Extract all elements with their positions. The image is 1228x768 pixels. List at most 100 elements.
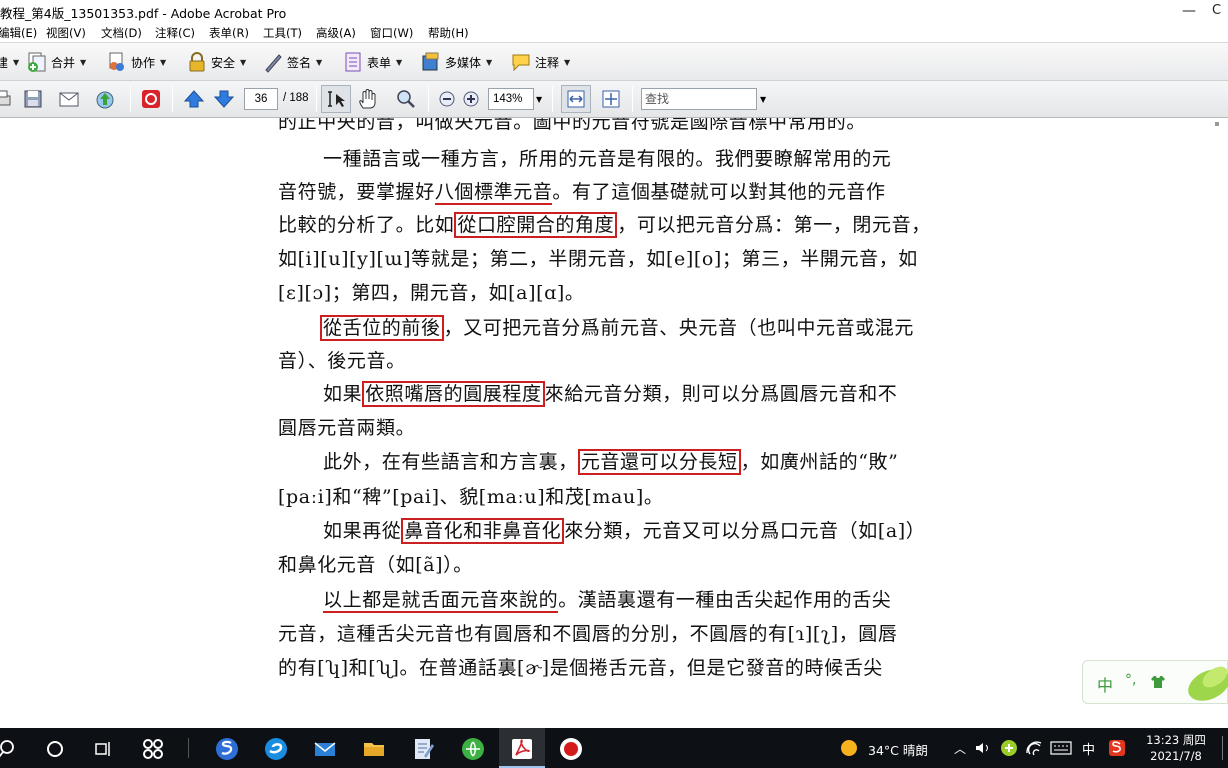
document-viewport[interactable]: 的正中央的音，叫做央元音。圖中的元音符號是國際音標中常用的。 一種語言或一種方言… [0,118,1228,728]
menu-forms[interactable]: 表单(R) [209,25,249,41]
hand-tool-icon[interactable] [357,88,379,110]
toolbar-separator [316,86,317,112]
menu-tools[interactable]: 工具(T) [263,25,302,41]
text-line: 如果 依照嘴唇的圓展程度 來給元音分類，則可以分爲圓唇元音和不 [278,379,898,407]
text-run: ，如廣州話的“敗” [740,451,899,473]
text-line: 如果再從 鼻音化和非鼻音化 來分類，元音又可以分爲口元音（如[a]） [278,516,925,544]
sogou-browser-icon[interactable] [214,736,240,762]
previous-page-icon[interactable] [183,88,205,110]
taskbar: 34°C 晴朗 ︿ 中 13:23 周四 2021/7/8 [0,728,1228,768]
toolbar-separator [632,86,633,112]
toolbar-separator [552,86,553,112]
show-hidden-icons-chevron-icon[interactable]: ︿ [954,740,966,757]
text-line: 音）、後元音。 [278,350,406,372]
boxed-annotation: 從舌位的前後 [320,315,444,341]
ime-punctuation-toggle[interactable]: °, [1125,672,1136,688]
dropdown-arrow-icon: ▼ [316,57,323,67]
sogou-ime-icon[interactable] [1108,739,1126,757]
combine-label: 合并 [51,55,76,70]
combine-button[interactable]: 合并 ▼ [26,50,86,74]
browser-icon[interactable] [263,736,289,762]
multimedia-button[interactable]: 多媒体 ▼ [420,50,492,74]
mail-icon[interactable] [312,736,338,762]
app-logo-icon[interactable] [140,88,162,110]
ime-toolbar[interactable]: 中 °, [1082,660,1228,704]
menu-view[interactable]: 视图(V) [46,25,86,41]
clock-date[interactable]: 2021/7/8 [1136,749,1216,763]
input-method-indicator[interactable]: 中 [1082,739,1095,758]
shirt-icon[interactable] [1151,675,1165,689]
show-desktop-button[interactable] [1222,736,1228,760]
taskbar-divider [188,738,189,758]
menu-bar: 编辑(E) 视图(V) 文档(D) 注释(C) 表单(R) 工具(T) 高级(A… [0,22,1228,42]
security-app-icon[interactable] [1000,739,1018,757]
app-grid-icon[interactable] [140,736,166,762]
text-line: 音符號，要掌握好八個標準元音。有了這個基礎就可以對其他的元音作 [278,177,886,205]
text-line: 如[i][u][y][ɯ]等就是；第二，半閉元音，如[e][o]；第三，半開元音… [278,248,918,270]
save-icon[interactable] [22,88,44,110]
clock-time[interactable]: 13:23 周四 [1136,732,1216,748]
upload-icon[interactable] [94,88,116,110]
menu-window[interactable]: 窗口(W) [370,25,413,41]
sign-button[interactable]: 签名 ▼ [262,50,322,74]
text-run: 如果再從 [323,520,402,542]
fit-width-icon[interactable] [565,88,587,110]
underlined-annotation: 八個標準元音 [434,181,553,205]
search-icon[interactable] [0,736,20,762]
menu-comments[interactable]: 注释(C) [155,25,195,41]
notepad-icon[interactable] [410,736,436,762]
text-run: 音符號，要掌握好 [278,181,435,203]
secure-button[interactable]: 安全 ▼ [186,50,246,74]
find-input[interactable]: 查找 [641,88,757,110]
boxed-annotation: 從口腔開合的角度 [454,212,618,238]
collaborate-button[interactable]: 协作 ▼ [106,50,166,74]
dropdown-arrow-icon: ▼ [240,57,247,67]
comment-button[interactable]: 注释 ▼ [510,50,570,74]
record-icon[interactable] [558,736,584,762]
task-view-icon[interactable] [90,736,116,762]
sun-weather-icon [841,740,857,756]
keyboard-icon[interactable] [1050,740,1072,756]
text-line: 比較的分析了。比如 從口腔開合的角度 ，可以把元音分爲：第一，閉元音， [278,210,931,238]
menu-advanced[interactable]: 高级(A) [316,25,356,41]
text-run: 來給元音分類，則可以分爲圓唇元音和不 [544,383,898,405]
menu-help[interactable]: 帮助(H) [428,25,469,41]
speaker-icon[interactable] [974,739,992,757]
weather-text[interactable]: 34°C 晴朗 [868,740,928,759]
lock-icon [189,52,205,72]
create-button[interactable]: 建 ▼ [0,50,19,74]
minimize-button[interactable]: — [1178,0,1200,22]
acrobat-icon[interactable] [509,736,535,762]
menu-edit[interactable]: 编辑(E) [0,25,37,41]
wifi-icon[interactable] [1025,739,1043,757]
page-number-input[interactable]: 36 [244,88,278,110]
zoom-tool-icon[interactable] [395,88,417,110]
restore-button[interactable]: C [1212,0,1228,22]
zoom-level-input[interactable]: 143% [488,88,534,110]
toolbar-separator [428,86,429,112]
combine-icon [28,52,46,72]
pdf-page: 的正中央的音，叫做央元音。圖中的元音符號是國際音標中常用的。 一種語言或一種方言… [0,118,1228,728]
cortana-icon[interactable] [42,736,68,762]
menu-document[interactable]: 文档(D) [101,25,142,41]
file-explorer-icon[interactable] [361,736,387,762]
forms-button[interactable]: 表单 ▼ [342,50,402,74]
next-page-icon[interactable] [213,88,235,110]
scrollbar-marker[interactable] [1215,122,1219,126]
text-run: 此外，在有些語言和方言裏， [323,451,578,473]
fit-page-icon[interactable] [600,88,622,110]
select-text-icon[interactable] [325,88,347,110]
multimedia-label: 多媒体 [445,55,482,70]
email-icon[interactable] [58,88,80,110]
zoom-dropdown-arrow-icon[interactable]: ▼ [536,95,542,104]
zoom-out-icon[interactable] [436,88,458,110]
print-icon[interactable] [0,88,12,110]
find-dropdown-arrow-icon[interactable]: ▼ [760,95,766,104]
text-line: 的有[ʮ]和[ʯ]。在普通話裏[ɚ]是個捲舌元音，但是它發音的時候舌尖 [278,657,883,679]
comment-label: 注释 [535,55,560,70]
green-app-icon[interactable] [460,736,486,762]
zoom-in-icon[interactable] [460,88,482,110]
page-total: / 188 [283,92,309,104]
ime-language-toggle[interactable]: 中 [1097,672,1113,696]
forms-label: 表单 [367,55,392,70]
